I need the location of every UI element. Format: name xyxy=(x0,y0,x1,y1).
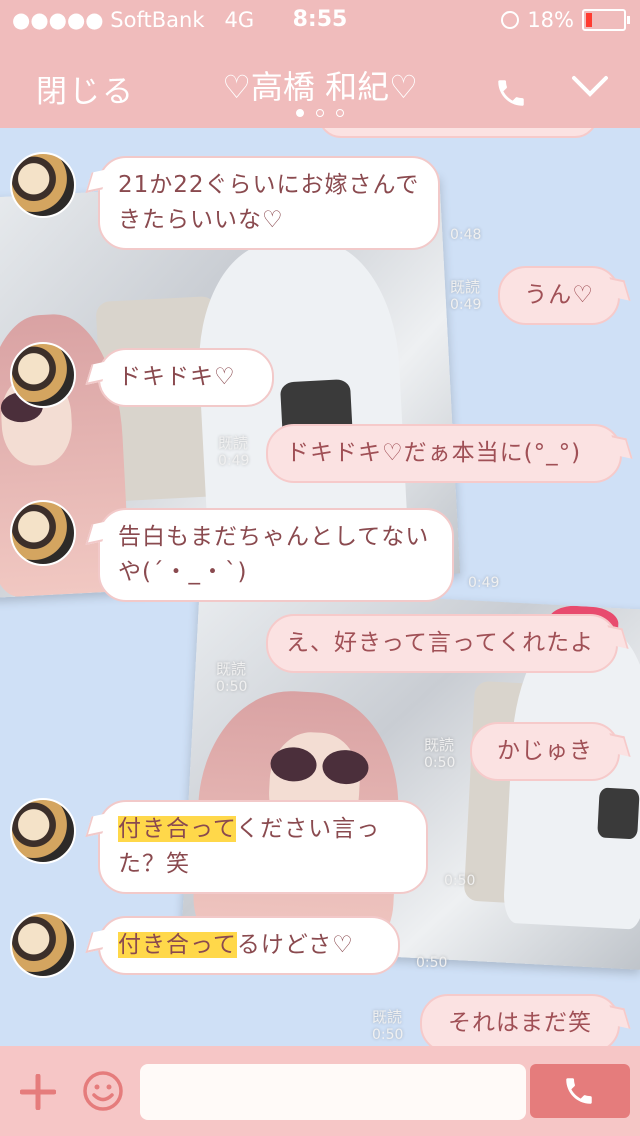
chat-header: 閉じる ♡高橋 和紀♡ xyxy=(0,40,640,128)
message-bubble-incoming[interactable]: 付き合ってください言った？笑 xyxy=(98,800,428,894)
avatar[interactable] xyxy=(10,152,76,218)
message-bubble-outgoing[interactable]: うん♡ xyxy=(498,266,620,325)
message-bubble-incoming[interactable]: ドキドキ♡ xyxy=(98,348,274,407)
chevron-down-icon[interactable] xyxy=(570,72,610,102)
message-time: 0:49 xyxy=(468,575,500,591)
highlighted-text: 付き合って xyxy=(118,932,237,958)
message-bubble-outgoing[interactable]: かじゅき xyxy=(470,722,620,781)
message-input[interactable] xyxy=(140,1064,526,1120)
battery-group: 18% xyxy=(501,8,630,32)
read-receipt: 既読 0:50 xyxy=(216,660,248,695)
message-bubble-partial xyxy=(318,128,598,138)
avatar[interactable] xyxy=(10,342,76,408)
page-dot xyxy=(296,109,304,117)
message-bubble-outgoing[interactable]: え、好きって言ってくれたよ xyxy=(266,614,618,673)
smile-icon[interactable] xyxy=(82,1070,124,1112)
page-indicator xyxy=(0,102,640,121)
message-list[interactable]: 21か22ぐらいにお嫁さんできたらいいな♡ 0:48 既読 0:49 うん♡ ドキ… xyxy=(0,128,640,1046)
page-dot xyxy=(316,109,324,117)
highlighted-text: 付き合って xyxy=(118,816,237,842)
read-receipt: 既読 0:49 xyxy=(450,278,482,313)
phone-icon[interactable] xyxy=(494,76,528,110)
message-time: 0:50 xyxy=(444,873,476,889)
message-time: 0:50 xyxy=(416,955,448,971)
input-bar xyxy=(0,1046,640,1136)
battery-fill xyxy=(586,13,593,27)
plus-icon[interactable] xyxy=(20,1074,56,1110)
status-bar: ●●●●● SoftBank 4G 8:55 18% xyxy=(0,0,640,40)
page-dot xyxy=(336,109,344,117)
call-button[interactable] xyxy=(530,1064,630,1118)
message-bubble-incoming[interactable]: 付き合ってるけどさ♡ xyxy=(98,916,400,975)
battery-percent: 18% xyxy=(527,8,574,32)
rotation-lock-icon xyxy=(501,11,520,29)
avatar[interactable] xyxy=(10,912,76,978)
message-bubble-incoming[interactable]: 告白もまだちゃんとしてないや(´・_・`) xyxy=(98,508,454,602)
avatar[interactable] xyxy=(10,500,76,566)
read-receipt: 既読 0:50 xyxy=(424,736,456,771)
message-bubble-outgoing[interactable]: それはまだ笑 xyxy=(420,994,620,1046)
message-bubble-incoming[interactable]: 21か22ぐらいにお嫁さんできたらいいな♡ xyxy=(98,156,440,250)
read-receipt: 既読 0:49 xyxy=(218,434,250,469)
avatar[interactable] xyxy=(10,798,76,864)
phone-icon xyxy=(566,1078,592,1104)
message-time: 0:48 xyxy=(450,227,482,243)
battery-icon xyxy=(582,9,630,31)
message-bubble-outgoing[interactable]: ドキドキ♡だぁ本当に(°_°) xyxy=(266,424,622,483)
read-receipt: 既読 0:50 xyxy=(372,1008,404,1043)
